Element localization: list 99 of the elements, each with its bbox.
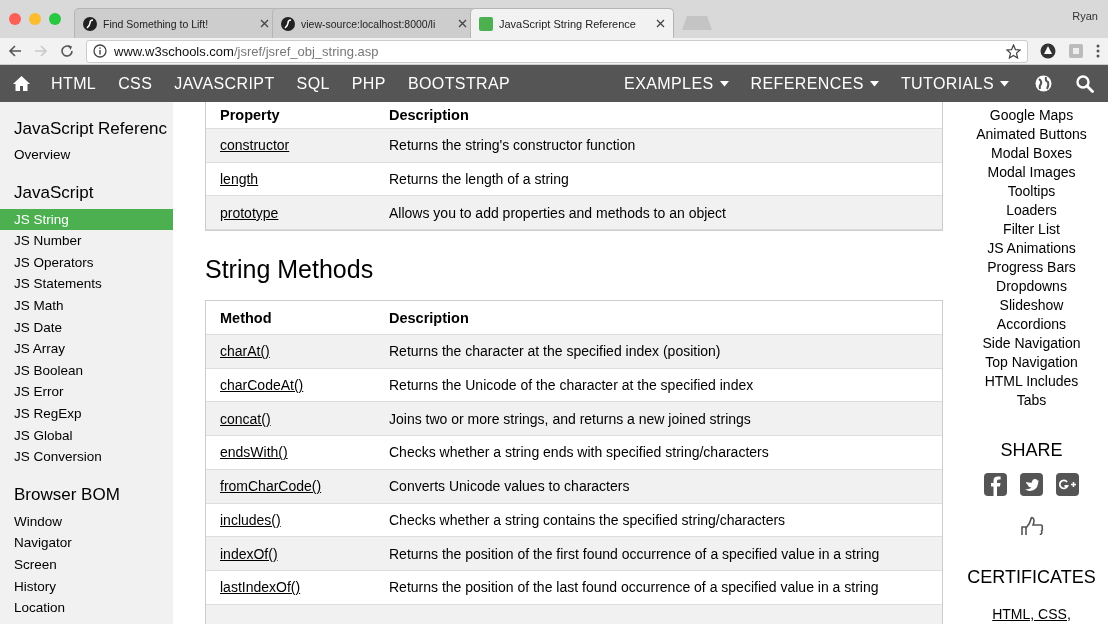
example-link[interactable]: Progress Bars	[987, 258, 1076, 277]
example-link[interactable]: Slideshow	[999, 296, 1064, 315]
home-icon[interactable]	[12, 75, 31, 92]
sidebar-item[interactable]: Overview	[0, 144, 173, 166]
example-link[interactable]: Accordions	[996, 315, 1067, 334]
sidebar-item[interactable]: History	[0, 575, 173, 598]
example-link[interactable]: Tabs	[1016, 391, 1047, 410]
table-cell-text: Checks whether a string ends with specified string/characters	[389, 444, 770, 461]
url-path: /jsref/jsref_obj_string.asp	[233, 43, 379, 59]
favicon-icon	[479, 16, 493, 31]
column-header: Property	[219, 107, 281, 123]
example-link[interactable]: Side Navigation	[982, 334, 1081, 353]
extension-icon[interactable]	[1040, 43, 1056, 59]
column-header: Description	[389, 309, 470, 326]
google-plus-icon[interactable]	[1056, 473, 1079, 496]
sidebar-item[interactable]: JS Date	[0, 316, 173, 339]
nav-link[interactable]: JAVASCRIPT	[174, 74, 275, 93]
example-link[interactable]: JS Animations	[987, 239, 1076, 258]
reference-link[interactable]: constructor	[220, 137, 290, 154]
certificate-link[interactable]: HTML, CSS,	[992, 605, 1071, 624]
nav-link[interactable]: CSS	[118, 74, 153, 93]
reference-link[interactable]: charCodeAt()	[220, 377, 304, 394]
reference-link[interactable]: prototype	[220, 204, 279, 221]
table-cell-text: Joins two or more strings, and returns a new joined strings	[389, 410, 752, 427]
sidebar-item[interactable]: JS Math	[0, 294, 173, 317]
example-link[interactable]: Modal Boxes	[991, 144, 1072, 163]
example-link[interactable]: HTML Includes	[984, 372, 1079, 391]
example-link[interactable]: Loaders	[1006, 201, 1057, 220]
info-icon	[93, 44, 107, 58]
star-icon[interactable]	[1006, 43, 1021, 59]
sidebar-item[interactable]: Screen	[0, 553, 173, 576]
table-cell-text: Returns the position of the last found occurrence of a specified value in a string	[389, 579, 880, 596]
table-cell-text: Checks whether a string contains the specified string/characters	[389, 511, 787, 528]
sidebar-item[interactable]: Window	[0, 510, 173, 533]
reference-link[interactable]: endsWith()	[220, 444, 288, 461]
nav-link[interactable]: TUTORIALS	[900, 74, 1009, 93]
share-heading: SHARE	[1000, 440, 1063, 461]
column-header: Method	[219, 309, 273, 326]
favicon-icon	[83, 16, 97, 31]
example-link[interactable]: Tooltips	[1007, 182, 1056, 201]
sidebar-item[interactable]: JS Number	[0, 230, 173, 252]
address-field[interactable]: www.w3schools.com/jsref/jsref_obj_string.asp	[86, 39, 1028, 63]
sidebar-item[interactable]: JS Array	[0, 338, 173, 360]
url-host: www.w3schools.com	[114, 43, 234, 59]
sidebar-item[interactable]: JS Conversion	[0, 446, 173, 468]
sidebar-item[interactable]: JS Boolean	[0, 359, 173, 382]
reference-link[interactable]: length	[220, 171, 259, 188]
sidebar-item[interactable]: JS Statements	[0, 273, 173, 295]
browser-tab[interactable]: JavaScript String Reference	[470, 8, 674, 38]
nav-link[interactable]: PHP	[351, 74, 386, 93]
facebook-icon[interactable]	[984, 473, 1007, 496]
example-link[interactable]: Google Maps	[989, 106, 1074, 125]
nav-link[interactable]: REFERENCES	[750, 74, 879, 93]
sidebar-item[interactable]: Navigator	[0, 532, 173, 554]
sidebar-item[interactable]: JS RegExp	[0, 402, 173, 425]
close-icon[interactable]	[656, 19, 665, 28]
sidebar-heading: Browser BOM	[13, 484, 120, 505]
reference-link[interactable]: indexOf()	[220, 545, 278, 562]
profile-name[interactable]: Ryan	[1072, 10, 1098, 22]
thumbs-up-icon[interactable]	[1019, 516, 1044, 535]
table-cell-text: Returns the string's constructor function	[389, 137, 637, 154]
reference-link[interactable]: charAt()	[220, 343, 270, 360]
table-cell-text: Allows you to add properties and methods to an object	[389, 204, 727, 221]
sidebar-heading: JavaScript	[13, 182, 94, 203]
reference-link[interactable]: includes()	[220, 511, 281, 528]
example-link[interactable]: Modal Images	[987, 163, 1076, 182]
nav-link[interactable]: EXAMPLES	[624, 74, 729, 93]
table-cell-text: Returns the length of a string	[389, 171, 570, 188]
nav-link[interactable]: BOOTSTRAP	[407, 74, 511, 93]
certificates-heading: CERTIFICATES	[967, 567, 1096, 588]
back-icon[interactable]	[8, 44, 22, 58]
menu-icon[interactable]	[1096, 44, 1100, 58]
nav-link[interactable]: SQL	[296, 74, 330, 93]
table-cell-text: Returns the Unicode of the character at the specified index	[389, 377, 755, 394]
table-cell-text: Returns the character at the specified index (position)	[389, 343, 722, 360]
close-icon[interactable]	[260, 19, 269, 28]
sidebar-item[interactable]: Location	[0, 597, 173, 619]
twitter-icon[interactable]	[1020, 473, 1043, 496]
example-link[interactable]: Dropdowns	[996, 277, 1067, 296]
favicon-icon	[281, 16, 295, 31]
table-cell-text: Converts Unicode values to characters	[389, 478, 631, 495]
example-link[interactable]: Filter List	[1003, 220, 1060, 239]
sidebar-heading: JavaScript Referenc	[13, 119, 168, 139]
sidebar-item[interactable]: JS Global	[0, 424, 173, 447]
sidebar-item[interactable]: JS Operators	[0, 251, 173, 274]
reference-link[interactable]: lastIndexOf()	[220, 579, 301, 596]
example-link[interactable]: Animated Buttons	[976, 125, 1087, 144]
example-link[interactable]: Top Navigation	[985, 353, 1078, 372]
sidebar-item[interactable]: JS Error	[0, 381, 173, 403]
section-heading: String Methods	[205, 255, 375, 285]
search-icon[interactable]	[1076, 74, 1094, 93]
nav-link[interactable]: HTML	[51, 74, 97, 93]
table-cell-text: Returns the position of the first found occurrence of a specified value in a string	[389, 545, 881, 562]
globe-icon[interactable]	[1035, 75, 1052, 92]
reload-icon[interactable]	[60, 44, 74, 58]
reference-link[interactable]: concat()	[220, 410, 271, 427]
column-header: Description	[389, 107, 470, 123]
reference-link[interactable]: fromCharCode()	[220, 478, 322, 495]
close-icon[interactable]	[458, 19, 467, 28]
